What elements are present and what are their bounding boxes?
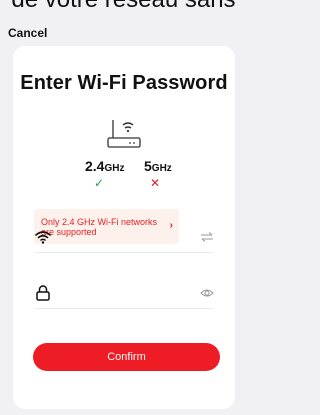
cut-off-header-text: de votre réseau sans [0,0,247,14]
wifi-password-card: Enter Wi-Fi Password 2.4GHz 5GHz ✓ ✕ Onl… [13,46,235,409]
eye-icon[interactable] [200,287,214,299]
band-5ghz-label: 5GHz [144,158,172,176]
wifi-network-row [34,228,214,256]
band-5ghz-value: 5 [144,158,152,174]
swap-icon[interactable] [200,231,214,243]
wifi-icon [35,231,51,244]
check-icon: ✓ [94,176,105,190]
password-row [34,284,214,312]
router-icon [107,120,141,148]
band-24ghz-unit: GHz [104,163,125,174]
cross-icon: ✕ [150,176,161,190]
wifi-name-input[interactable] [62,229,192,247]
band-5ghz-unit: GHz [151,163,172,174]
cancel-button[interactable]: Cancel [8,26,47,40]
divider [34,252,214,253]
password-input[interactable] [62,285,192,303]
band-24ghz-value: 2.4 [85,158,105,174]
confirm-button[interactable]: Confirm [33,343,220,371]
band-24ghz-label: 2.4GHz [85,158,124,176]
lock-icon [36,285,50,301]
page-title: Enter Wi-Fi Password [20,72,228,94]
divider [34,308,214,309]
